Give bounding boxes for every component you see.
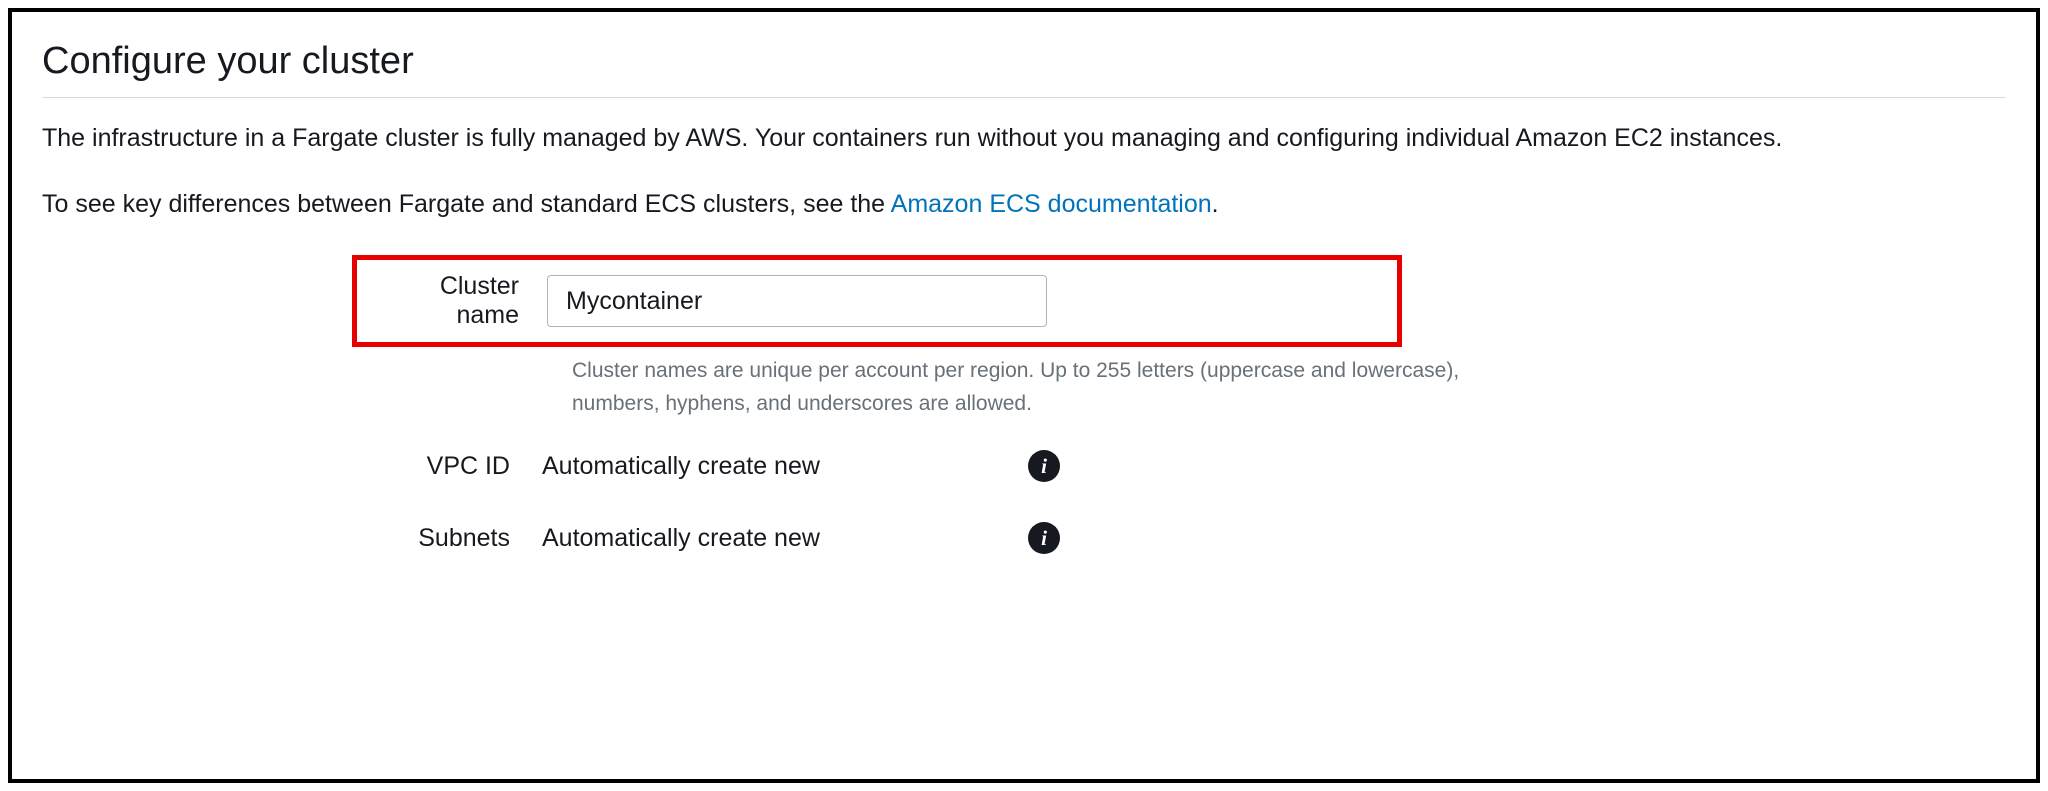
description-paragraph-2: To see key differences between Fargate a…	[42, 186, 2006, 224]
cluster-name-helper: Cluster names are unique per account per…	[572, 355, 1537, 420]
form-area: Cluster name Cluster names are unique pe…	[42, 255, 2006, 554]
cluster-name-row-highlight: Cluster name	[352, 255, 1402, 347]
subnets-row: Subnets Automatically create new i	[42, 522, 2006, 554]
cluster-name-label: Cluster name	[377, 272, 547, 330]
config-panel: Configure your cluster The infrastructur…	[8, 8, 2040, 783]
info-icon[interactable]: i	[1028, 522, 1060, 554]
info-icon[interactable]: i	[1028, 450, 1060, 482]
subnets-value: Automatically create new	[542, 524, 1028, 553]
description-2-suffix: .	[1212, 190, 1219, 218]
subnets-label: Subnets	[42, 524, 542, 553]
title-divider	[42, 97, 2006, 98]
vpc-id-row: VPC ID Automatically create new i	[42, 450, 2006, 482]
description-paragraph-1: The infrastructure in a Fargate cluster …	[42, 120, 2006, 158]
page-title: Configure your cluster	[42, 40, 2006, 83]
ecs-documentation-link[interactable]: Amazon ECS documentation	[891, 190, 1212, 218]
vpc-id-value: Automatically create new	[542, 452, 1028, 481]
description-2-prefix: To see key differences between Fargate a…	[42, 190, 891, 218]
cluster-name-input[interactable]	[547, 275, 1047, 327]
vpc-id-label: VPC ID	[42, 452, 542, 481]
